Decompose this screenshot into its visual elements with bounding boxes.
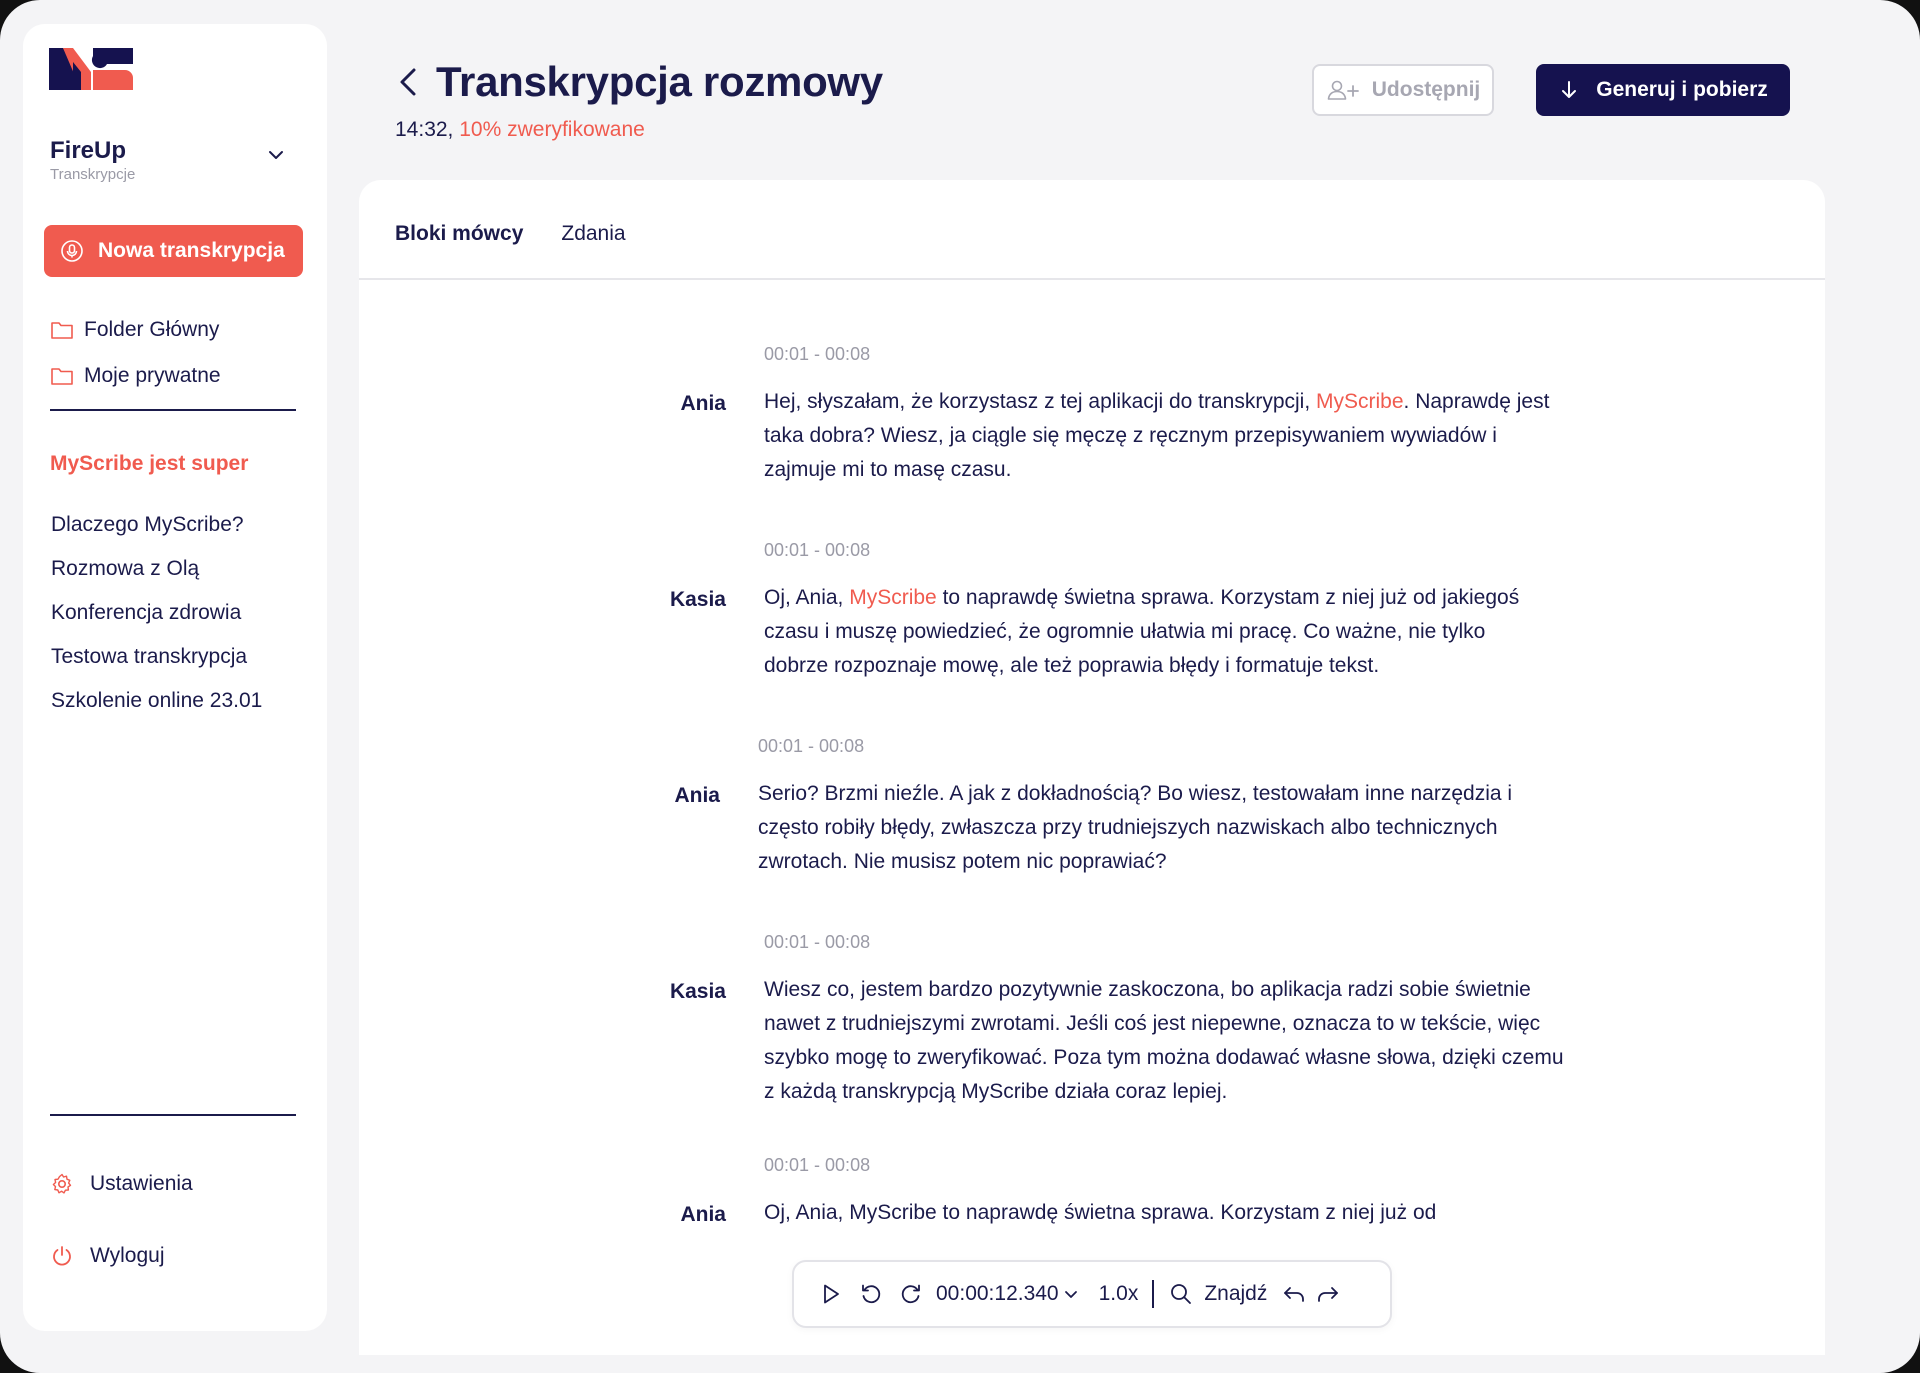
workspace-selector[interactable]: FireUp Transkrypcje <box>50 137 300 183</box>
logout-link[interactable]: Wyloguj <box>50 1234 300 1278</box>
settings-label: Ustawienia <box>90 1172 193 1195</box>
view-tabs: Bloki mówcy Zdania <box>395 222 626 246</box>
document-item[interactable]: Konferencja zdrowia <box>51 591 311 635</box>
player-separator <box>1152 1280 1155 1308</box>
speaker-name[interactable]: Kasia <box>636 588 726 612</box>
transcription-meta: 14:32, 10% zweryfikowane <box>395 118 645 142</box>
text-segment: Oj, Ania, <box>764 586 850 609</box>
text-segment: Hej, słyszałam, że korzystasz z tej apli… <box>764 390 1316 413</box>
timestamp[interactable]: 00:01 - 00:08 <box>764 344 870 365</box>
audio-player-bar: 00:00:12.340 1.0x Znajdź <box>792 1260 1392 1328</box>
generate-download-label: Generuj i pobierz <box>1596 78 1768 101</box>
utterance-text[interactable]: Wiesz co, jestem bardzo pozytywnie zasko… <box>764 973 1564 1109</box>
speaker-name[interactable]: Kasia <box>636 980 726 1004</box>
text-segment: Wiesz co, jestem bardzo pozytywnie zasko… <box>764 978 1564 1103</box>
folder-label: Moje prywatne <box>84 364 221 387</box>
forward-icon[interactable] <box>898 1281 924 1307</box>
share-button[interactable]: Udostępnij <box>1312 64 1494 116</box>
playback-speed[interactable]: 1.0x <box>1099 1282 1139 1306</box>
utterance-text[interactable]: Hej, słyszałam, że korzystasz z tej apli… <box>764 385 1564 487</box>
highlighted-word[interactable]: MyScribe <box>1316 390 1404 413</box>
new-transcription-button[interactable]: Nowa transkrypcja <box>44 225 303 277</box>
highlighted-word[interactable]: MyScribe <box>849 586 937 609</box>
sidebar: FireUp Transkrypcje Nowa transkrypcja Fo… <box>23 24 327 1331</box>
new-transcription-label: Nowa transkrypcja <box>98 239 285 262</box>
play-icon[interactable] <box>818 1281 844 1307</box>
tabs-divider <box>359 278 1825 280</box>
logout-label: Wyloguj <box>90 1244 165 1267</box>
document-list: Dlaczego MyScribe? Rozmowa z Olą Konfere… <box>51 503 311 723</box>
page-title: Transkrypcja rozmowy <box>436 58 883 105</box>
gear-icon <box>52 1173 72 1194</box>
folder-item-private[interactable]: Moje prywatne <box>50 353 300 399</box>
text-segment: Oj, Ania, MyScribe to naprawdę świetna s… <box>764 1201 1437 1224</box>
tab-sentences[interactable]: Zdania <box>561 222 625 246</box>
find-button[interactable]: Znajdź <box>1204 1282 1267 1306</box>
document-item[interactable]: Dlaczego MyScribe? <box>51 503 311 547</box>
folder-item-main[interactable]: Folder Główny <box>50 307 300 353</box>
tab-speaker-blocks[interactable]: Bloki mówcy <box>395 222 523 246</box>
chevron-down-icon <box>1064 1291 1077 1298</box>
speaker-name[interactable]: Ania <box>636 392 726 416</box>
workspace-name: FireUp <box>50 137 127 164</box>
search-icon[interactable] <box>1168 1281 1194 1307</box>
timestamp[interactable]: 00:01 - 00:08 <box>764 932 870 953</box>
playback-time-selector[interactable]: 00:00:12.340 <box>936 1282 1079 1306</box>
chevron-down-icon[interactable] <box>266 145 286 165</box>
timestamp[interactable]: 00:01 - 00:08 <box>764 540 870 561</box>
share-label: Udostępnij <box>1371 78 1481 101</box>
text-segment: Serio? Brzmi nieźle. A jak z dokładności… <box>758 782 1513 873</box>
folder-icon <box>51 368 73 385</box>
rewind-icon[interactable] <box>858 1281 884 1307</box>
sidebar-footer: Ustawienia Wyloguj <box>50 1162 300 1306</box>
settings-link[interactable]: Ustawienia <box>50 1162 300 1206</box>
document-item[interactable]: Rozmowa z Olą <box>51 547 311 591</box>
myscribe-logo <box>49 48 133 90</box>
document-item[interactable]: Szkolenie online 23.01 <box>51 679 311 723</box>
playback-time: 00:00:12.340 <box>936 1282 1059 1305</box>
generate-download-button[interactable]: Generuj i pobierz <box>1536 64 1790 116</box>
folder-icon <box>51 322 73 339</box>
add-user-icon <box>1327 80 1359 100</box>
power-icon <box>53 1246 71 1266</box>
speaker-name[interactable]: Ania <box>636 1203 726 1227</box>
document-item[interactable]: Testowa transkrypcja <box>51 635 311 679</box>
timestamp[interactable]: 00:01 - 00:08 <box>764 1155 870 1176</box>
redo-icon[interactable] <box>1315 1281 1341 1307</box>
back-arrow-icon[interactable] <box>394 64 422 100</box>
download-arrow-icon <box>1562 81 1577 98</box>
transcript-panel: Bloki mówcy Zdania 00:01 - 00:08 Ania He… <box>359 180 1825 1355</box>
sidebar-divider <box>50 409 296 411</box>
section-title[interactable]: MyScribe jest super <box>50 452 248 476</box>
duration-label: 14:32, <box>395 118 454 141</box>
microphone-icon <box>61 240 83 262</box>
sidebar-divider <box>50 1114 296 1116</box>
app-window: FireUp Transkrypcje Nowa transkrypcja Fo… <box>0 0 1920 1373</box>
speaker-name[interactable]: Ania <box>630 784 720 808</box>
folder-label: Folder Główny <box>84 318 220 341</box>
verified-status: 10% zweryfikowane <box>459 118 645 141</box>
timestamp[interactable]: 00:01 - 00:08 <box>758 736 864 757</box>
folder-list: Folder Główny Moje prywatne <box>50 307 300 399</box>
undo-icon[interactable] <box>1281 1281 1307 1307</box>
utterance-text[interactable]: Serio? Brzmi nieźle. A jak z dokładności… <box>758 777 1558 879</box>
workspace-subtitle: Transkrypcje <box>50 166 136 183</box>
utterance-text[interactable]: Oj, Ania, MyScribe to naprawdę świetna s… <box>764 581 1554 683</box>
utterance-text[interactable]: Oj, Ania, MyScribe to naprawdę świetna s… <box>764 1196 1564 1230</box>
